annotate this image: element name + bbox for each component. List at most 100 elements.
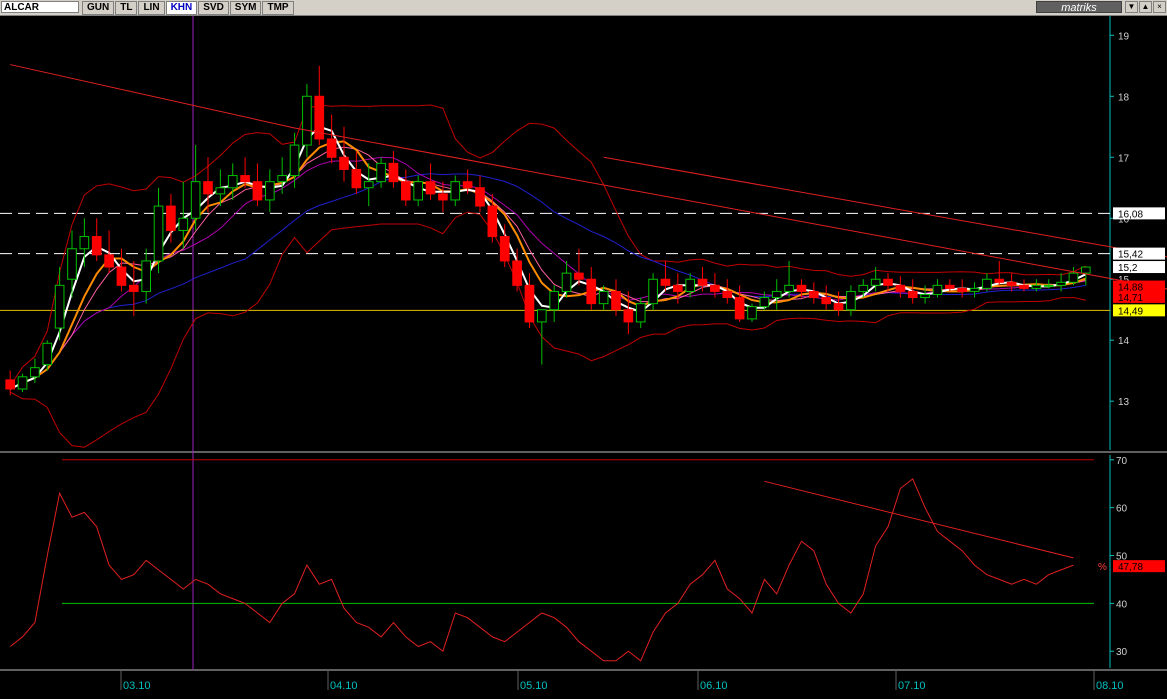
bollinger-lower [9,211,1086,448]
candle-69 [858,284,869,292]
candle-70 [870,278,881,286]
candle-0 [5,379,16,390]
rsi-unit: % [1098,562,1107,573]
candle-86 [1068,272,1079,283]
price-trendline-2 [603,156,1167,258]
candle-44 [549,290,560,311]
candle-77 [957,287,968,292]
candle-82 [1019,284,1029,289]
candle-52 [648,278,658,305]
price-tag-16,08: 16,08 [1118,209,1143,220]
ma-white [9,125,1087,390]
candle-33 [413,181,424,201]
price-tag-15,2: 15,2 [1118,263,1138,274]
candle-12 [153,205,164,262]
candle-78 [969,287,980,292]
rsi-label-60: 60 [1116,504,1128,515]
y-label-13: 13 [1118,397,1130,408]
candle-21 [264,181,275,201]
candle-65 [808,290,819,299]
y-label-18: 18 [1118,92,1130,103]
ma-purple [9,156,1086,390]
candle-53 [660,278,671,286]
candle-50 [623,309,634,323]
candle-84 [1043,284,1054,287]
price-tag-15,42: 15,42 [1118,250,1143,261]
candle-26 [326,138,337,158]
candle-45 [561,272,572,292]
price-trendline-1 [294,127,1167,290]
x-label-07.10: 07.10 [898,680,926,692]
candle-7 [91,236,102,256]
candle-63 [784,284,794,292]
candle-47 [586,278,597,305]
candle-27 [339,156,349,170]
candle-81 [1006,281,1017,286]
candle-22 [277,175,288,183]
candle-37 [462,181,473,189]
candle-54 [672,284,683,292]
candle-16 [203,181,213,195]
rsi-label-40: 40 [1116,599,1128,610]
x-label-08.10: 08.10 [1096,680,1124,692]
x-label-06.10: 06.10 [700,680,728,692]
candle-11 [141,260,152,292]
candle-24 [302,95,312,146]
candle-30 [376,162,386,183]
bollinger-upper [9,104,1087,387]
stock-chart[interactable]: 03.1004.1005.1006.1007.1008.101314151617… [0,0,1167,699]
candle-46 [574,272,584,280]
candle-80 [994,278,1005,283]
candle-18 [227,175,238,189]
rsi-line [9,478,1074,662]
candle-1 [17,376,28,390]
candle-29 [363,181,374,189]
y-label-17: 17 [1118,153,1130,164]
y-label-19: 19 [1118,31,1130,42]
candle-3 [42,342,53,366]
price-tag-14,49: 14,49 [1118,306,1143,317]
candle-64 [796,284,807,292]
candle-67 [833,303,844,311]
candle-58 [722,290,733,299]
candle-42 [524,284,535,323]
candle-28 [351,168,362,189]
candle-51 [635,303,646,323]
x-label-04.10: 04.10 [330,680,358,692]
candle-5 [67,248,77,280]
rsi-label-30: 30 [1116,647,1128,658]
candle-76 [944,284,955,289]
candle-14 [178,217,189,231]
candle-38 [475,187,485,207]
candle-55 [685,278,696,292]
candle-59 [734,297,745,320]
candle-68 [846,290,856,311]
ma-pink [9,146,1086,390]
candle-20 [252,181,263,201]
x-label-03.10: 03.10 [123,680,151,692]
candle-40 [499,236,510,262]
x-label-05.10: 05.10 [520,680,548,692]
candle-13 [166,205,176,231]
candle-23 [289,144,300,177]
candle-8 [104,254,114,268]
candle-87 [1080,266,1091,274]
candle-66 [821,297,832,305]
candle-79 [982,278,992,289]
candle-73 [907,290,918,299]
candle-34 [425,181,436,195]
x-axis-area [0,671,1167,699]
candle-75 [932,284,943,295]
candle-71 [883,278,893,286]
candle-10 [128,284,139,292]
candle-36 [450,181,461,201]
candle-41 [512,260,522,286]
candle-85 [1056,281,1066,286]
candle-61 [759,297,770,308]
candle-56 [697,278,708,286]
candle-39 [487,205,498,238]
candle-62 [771,290,782,299]
candle-2 [30,367,40,378]
candle-32 [400,181,411,201]
rsi-tag: 47,78 [1118,562,1143,573]
